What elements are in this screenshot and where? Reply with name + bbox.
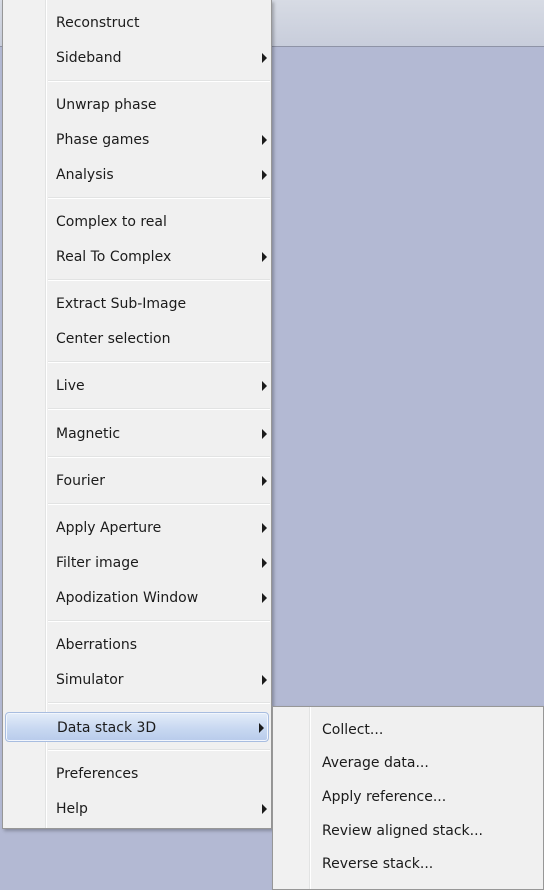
submenu-arrow-icon: [262, 558, 267, 568]
data-stack-3d-submenu: Collect... Average data... Apply referen…: [272, 706, 544, 890]
menu-item-label: Analysis: [56, 167, 114, 183]
menu-item-magnetic[interactable]: Magnetic: [3, 419, 271, 449]
menu-item-label: Real To Complex: [56, 249, 172, 265]
menu-item-extract-sub-image[interactable]: Extract Sub-Image: [3, 289, 271, 319]
menu-item-sideband[interactable]: Sideband: [3, 43, 271, 73]
submenu-arrow-icon: [262, 523, 267, 533]
submenu-item-average-data[interactable]: Average data...: [273, 748, 543, 778]
menu-item-data-stack-3d[interactable]: Data stack 3D: [5, 712, 269, 742]
menu-item-label: Complex to real: [56, 214, 167, 230]
menu-separator: [48, 503, 270, 505]
menu-item-label: Apply Aperture: [56, 520, 162, 536]
submenu-arrow-icon: [262, 381, 267, 391]
menu-item-label: Preferences: [56, 766, 139, 782]
context-menu: Reconstruct Sideband Unwrap phase Phase …: [2, 0, 272, 829]
menu-separator: [48, 361, 270, 363]
menu-item-apodization-window[interactable]: Apodization Window: [3, 583, 271, 613]
menu-item-reconstruct[interactable]: Reconstruct: [3, 8, 271, 38]
menu-separator: [48, 749, 270, 751]
menu-separator: [48, 620, 270, 622]
menu-item-label: Help: [56, 801, 88, 817]
workspace-background-bottom: [0, 830, 300, 890]
menu-item-label: Center selection: [56, 331, 171, 347]
submenu-item-collect[interactable]: Collect...: [273, 715, 543, 745]
menu-item-analysis[interactable]: Analysis: [3, 160, 271, 190]
menu-item-label: Unwrap phase: [56, 97, 157, 113]
submenu-arrow-icon: [262, 593, 267, 603]
menu-item-label: Extract Sub-Image: [56, 296, 187, 312]
menu-item-label: Data stack 3D: [57, 720, 157, 736]
menu-separator: [48, 279, 270, 281]
submenu-item-label: Apply reference...: [322, 789, 447, 805]
menu-item-label: Phase games: [56, 132, 150, 148]
submenu-arrow-icon: [262, 804, 267, 814]
menu-item-center-selection[interactable]: Center selection: [3, 324, 271, 354]
menu-separator: [48, 702, 270, 704]
menu-item-fourier[interactable]: Fourier: [3, 466, 271, 496]
menu-item-unwrap-phase[interactable]: Unwrap phase: [3, 90, 271, 120]
menu-item-preferences[interactable]: Preferences: [3, 759, 271, 789]
menu-item-phase-games[interactable]: Phase games: [3, 125, 271, 155]
menu-item-complex-to-real[interactable]: Complex to real: [3, 207, 271, 237]
menu-item-help[interactable]: Help: [3, 794, 271, 824]
submenu-arrow-icon: [262, 675, 267, 685]
menu-separator: [48, 80, 270, 82]
menu-item-apply-aperture[interactable]: Apply Aperture: [3, 513, 271, 543]
menu-item-label: Aberrations: [56, 637, 138, 653]
menu-item-simulator[interactable]: Simulator: [3, 665, 271, 695]
submenu-arrow-icon: [262, 429, 267, 439]
submenu-item-label: Average data...: [322, 755, 429, 771]
menu-item-label: Reconstruct: [56, 15, 140, 31]
submenu-arrow-icon: [262, 252, 267, 262]
submenu-item-reverse-stack[interactable]: Reverse stack...: [273, 849, 543, 879]
menu-item-filter-image[interactable]: Filter image: [3, 548, 271, 578]
menu-separator: [48, 456, 270, 458]
submenu-arrow-icon: [262, 476, 267, 486]
menu-item-aberrations[interactable]: Aberrations: [3, 630, 271, 660]
menu-item-label: Fourier: [56, 473, 106, 489]
submenu-arrow-icon: [262, 53, 267, 63]
menu-item-real-to-complex[interactable]: Real To Complex: [3, 242, 271, 272]
menu-item-label: Apodization Window: [56, 590, 199, 606]
menu-separator: [48, 408, 270, 410]
menu-item-label: Sideband: [56, 50, 122, 66]
menu-item-label: Filter image: [56, 555, 139, 571]
submenu-item-apply-reference[interactable]: Apply reference...: [273, 782, 543, 812]
submenu-arrow-icon: [259, 723, 264, 733]
submenu-arrow-icon: [262, 135, 267, 145]
menu-item-label: Simulator: [56, 672, 124, 688]
submenu-item-label: Review aligned stack...: [322, 823, 483, 839]
menu-item-label: Live: [56, 378, 85, 394]
menu-item-label: Magnetic: [56, 426, 121, 442]
submenu-item-label: Reverse stack...: [322, 856, 434, 872]
menu-separator: [48, 197, 270, 199]
submenu-arrow-icon: [262, 170, 267, 180]
submenu-item-review-aligned-stack[interactable]: Review aligned stack...: [273, 816, 543, 846]
menu-item-live[interactable]: Live: [3, 371, 271, 401]
submenu-item-label: Collect...: [322, 722, 384, 738]
